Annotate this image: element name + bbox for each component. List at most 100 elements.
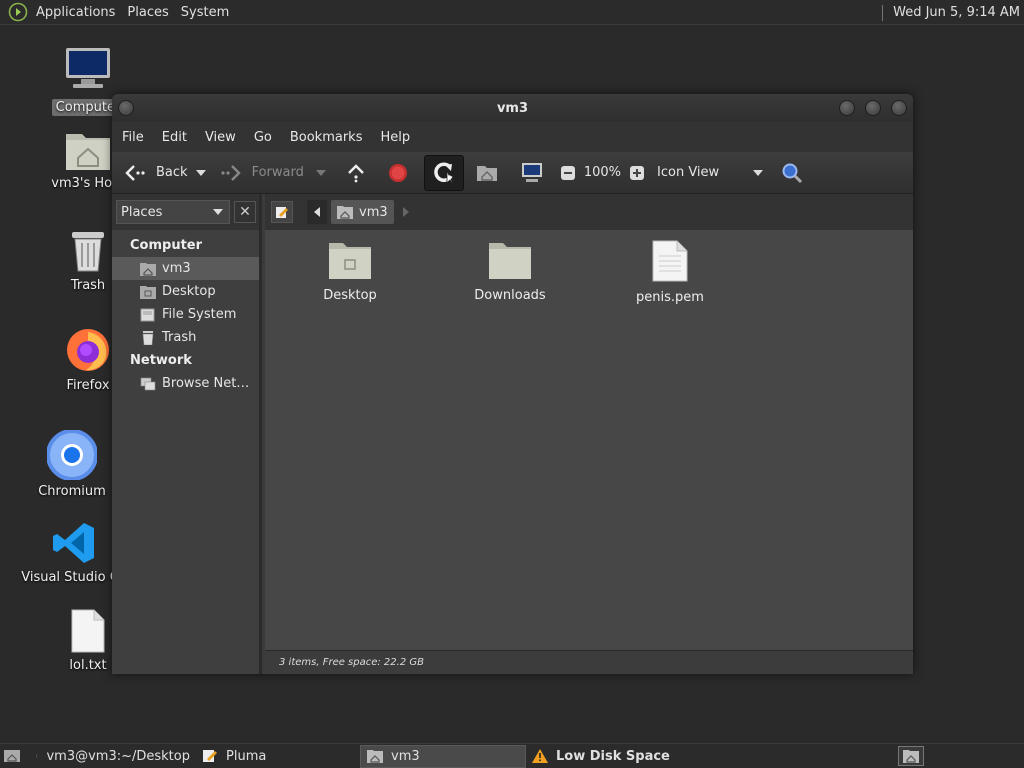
home-button[interactable] bbox=[472, 155, 502, 191]
location-bar: vm3 bbox=[265, 194, 913, 230]
taskbar-item-label: Pluma bbox=[226, 748, 267, 764]
workspace-icon bbox=[903, 750, 919, 763]
forward-history-dropdown[interactable] bbox=[315, 169, 326, 176]
menu-go[interactable]: Go bbox=[248, 130, 278, 145]
maximize-button[interactable] bbox=[865, 100, 881, 116]
zoom-in-button[interactable] bbox=[625, 155, 649, 191]
taskbar-item-low-disk-space[interactable]: Low Disk Space bbox=[526, 745, 690, 768]
window-titlebar[interactable]: vm3 bbox=[112, 94, 913, 122]
sidebar-item-desktop[interactable]: Desktop bbox=[112, 280, 259, 303]
home-folder-icon bbox=[476, 165, 497, 181]
trash-icon bbox=[72, 232, 104, 272]
stop-icon bbox=[388, 163, 407, 182]
show-desktop-icon bbox=[4, 750, 20, 762]
menu-view[interactable]: View bbox=[199, 130, 242, 145]
home-folder-icon bbox=[367, 750, 383, 763]
file-item-downloads[interactable]: Downloads bbox=[445, 240, 575, 303]
close-button[interactable] bbox=[891, 100, 907, 116]
view-mode-select[interactable]: Icon View bbox=[653, 155, 767, 191]
file-item-label: penis.pem bbox=[636, 290, 704, 305]
show-desktop-button[interactable] bbox=[0, 745, 30, 768]
desktop-folder-icon bbox=[329, 243, 371, 279]
text-file-icon bbox=[71, 609, 105, 653]
computer-button[interactable] bbox=[516, 155, 548, 191]
sidebar-item-label: vm3 bbox=[162, 261, 191, 276]
sidebar-close-button[interactable]: ✕ bbox=[234, 201, 256, 223]
workspace-switcher[interactable] bbox=[898, 746, 924, 766]
sidebar-item-label: File System bbox=[162, 307, 237, 322]
folder-icon bbox=[489, 243, 531, 279]
minimize-button[interactable] bbox=[839, 100, 855, 116]
sidebar-section-network: Network bbox=[130, 353, 192, 368]
home-icon bbox=[337, 206, 353, 219]
system-menu[interactable]: System bbox=[175, 5, 235, 20]
file-icon-view[interactable]: Desktop Downloads penis.pem bbox=[265, 230, 913, 650]
zoom-level[interactable]: 100% bbox=[584, 165, 621, 180]
sidebar-type-select[interactable]: Places bbox=[116, 200, 230, 224]
status-bar: 3 items, Free space: 22.2 GB bbox=[265, 650, 913, 674]
breadcrumb-vm3[interactable]: vm3 bbox=[331, 200, 394, 224]
places-menu[interactable]: Places bbox=[121, 5, 174, 20]
desktop-icon bbox=[140, 285, 156, 299]
chevron-down-icon bbox=[213, 209, 223, 215]
back-button[interactable]: Back bbox=[120, 155, 192, 191]
panel-separator bbox=[882, 4, 884, 21]
mate-logo-icon[interactable] bbox=[8, 2, 28, 22]
sidebar-item-browse-network[interactable]: Browse Net… bbox=[112, 372, 259, 395]
status-text: 3 items, Free space: 22.2 GB bbox=[279, 657, 424, 668]
edit-pencil-icon bbox=[276, 207, 288, 218]
back-label: Back bbox=[156, 165, 188, 180]
taskbar-item-pluma[interactable]: Pluma bbox=[196, 745, 360, 768]
desktop-icon-label: Trash bbox=[70, 278, 106, 293]
taskbar-item-label: vm3 bbox=[391, 748, 420, 764]
search-button[interactable] bbox=[777, 155, 807, 191]
sidebar-section-computer: Computer bbox=[130, 238, 203, 253]
breadcrumb-scroll-right[interactable] bbox=[402, 207, 410, 217]
reload-icon bbox=[434, 161, 454, 184]
file-item-penis-pem[interactable]: penis.pem bbox=[605, 240, 735, 305]
zoom-out-icon bbox=[560, 165, 575, 180]
toolbar: Back Forward 100% Icon View bbox=[112, 152, 913, 194]
network-icon bbox=[140, 377, 156, 390]
forward-button[interactable]: Forward bbox=[216, 155, 308, 191]
file-item-label: Downloads bbox=[474, 288, 546, 303]
zoom-out-button[interactable]: 100% bbox=[556, 155, 625, 191]
menu-file[interactable]: File bbox=[116, 130, 150, 145]
window-title: vm3 bbox=[496, 100, 529, 116]
menu-bookmarks[interactable]: Bookmarks bbox=[284, 130, 369, 145]
reload-button[interactable] bbox=[423, 154, 464, 191]
home-folder-icon bbox=[66, 134, 110, 170]
taskbar-item-vm3[interactable]: vm3 bbox=[360, 744, 526, 768]
window-menu-icon[interactable] bbox=[118, 100, 134, 116]
toggle-location-entry-button[interactable] bbox=[271, 201, 293, 223]
clock[interactable]: Wed Jun 5, 9:14 AM bbox=[893, 5, 1024, 20]
up-button[interactable] bbox=[342, 155, 370, 191]
sidebar-item-trash[interactable]: Trash bbox=[112, 326, 259, 349]
file-manager-window: vm3 File Edit View Go Bookmarks Help Bac… bbox=[112, 94, 913, 674]
breadcrumb-scroll-left[interactable] bbox=[307, 200, 327, 224]
stop-button[interactable] bbox=[384, 155, 412, 191]
file-item-desktop[interactable]: Desktop bbox=[285, 240, 415, 303]
sidebar-item-vm3[interactable]: vm3 bbox=[112, 257, 259, 280]
taskbar-item-terminal[interactable]: vm3@vm3:~/Desktop bbox=[30, 745, 196, 768]
menu-edit[interactable]: Edit bbox=[156, 130, 193, 145]
menu-help[interactable]: Help bbox=[374, 130, 416, 145]
applications-menu[interactable]: Applications bbox=[30, 5, 121, 20]
top-panel: Applications Places System Wed Jun 5, 9:… bbox=[0, 0, 1024, 25]
taskbar-item-label: Low Disk Space bbox=[556, 748, 670, 764]
sidebar-item-label: Desktop bbox=[162, 284, 216, 299]
desktop-icon-chromium[interactable]: Chromium bbox=[17, 430, 127, 499]
sidebar-type-label: Places bbox=[121, 204, 163, 220]
vscode-icon bbox=[53, 523, 94, 563]
sidebar-item-file-system[interactable]: File System bbox=[112, 303, 259, 326]
desktop-icon-label: lol.txt bbox=[69, 658, 107, 673]
sidebar-item-label: Trash bbox=[162, 330, 197, 345]
desktop-icon-label: Visual Studio Co bbox=[21, 570, 127, 585]
trash-icon bbox=[142, 330, 154, 345]
sidebar-item-label: Browse Net… bbox=[162, 376, 250, 391]
computer-icon bbox=[521, 162, 542, 182]
firefox-icon bbox=[67, 329, 109, 371]
back-history-dropdown[interactable] bbox=[195, 169, 206, 176]
desktop-icon-label: Chromium bbox=[38, 484, 106, 499]
chevron-down-icon bbox=[753, 169, 764, 176]
